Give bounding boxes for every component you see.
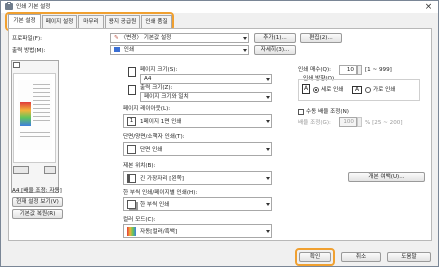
output-size-select[interactable]: 페이지 크기와 일치 [140,92,272,102]
copies-spinner[interactable]: 10 [339,65,357,75]
copies-spin-arrows[interactable] [357,65,362,75]
settings-panel: 프로파일(F): ✎ 〈변경〉 기본값 설정 추가(1)... 편집(2)...… [8,28,432,241]
pen-icon: ✎ [114,35,119,41]
preview-zoom-icon[interactable] [44,166,56,174]
window-title: 인쇄 기본 설정 [16,4,51,10]
scaling-spinner[interactable]: 100 [339,117,357,127]
cancel-button[interactable]: 취소 [341,252,381,262]
view-settings-button[interactable]: 현재 설정 보기(V) [12,197,63,207]
duplex-label: 단면/양면/소책자 인쇄(T): [123,134,185,140]
output-size-icon [128,85,136,95]
color-mode-select[interactable]: 자동[컬러/흑백] [123,224,272,238]
scaling-spin-arrows[interactable] [357,117,362,127]
binding-label: 제본 위치(B): [123,163,156,169]
copies-label: 인쇄 매수(Q): [298,67,332,73]
page-size-icon [128,67,136,77]
profile-select[interactable]: ✎ 〈변경〉 기본값 설정 [110,33,249,43]
print-preferences-window: 인쇄 기본 설정 × 기본 설정 페이지 설정 마무리 용지 공급원 인쇄 품질… [0,0,439,267]
help-button[interactable]: 도움말 [387,252,431,262]
preview-caption: A4 [배율 조정: 자동] [12,188,62,194]
copies-range: [1 ~ 999] [365,67,392,73]
collate-select[interactable]: 한 부씩 인쇄 [123,197,272,211]
scaling-range: % [25 ~ 200] [365,120,403,126]
manual-scaling-label: 수동 배율 조정(N) [306,109,349,115]
binding-select[interactable]: 긴 가장자리 [왼쪽] [123,171,272,185]
preview-image [18,80,52,150]
landscape-radio[interactable] [365,87,371,93]
print-icon [114,47,120,52]
portrait-icon: A [302,84,310,94]
tab-basic-settings[interactable]: 기본 설정 [8,14,41,28]
preview-toolbar-icon[interactable] [13,62,20,68]
duplex-select[interactable]: 단면 인쇄 [123,142,272,156]
landscape-label: 가로 인쇄 [373,87,396,93]
add-profile-button[interactable]: 추가(1)... [254,33,296,43]
close-button[interactable]: × [422,2,435,12]
page-preview [13,73,56,163]
portrait-radio[interactable] [313,87,319,93]
preview-mode-icons[interactable] [13,166,29,174]
printer-icon [5,2,13,10]
page-size-select[interactable]: A4 [140,74,272,84]
one-page-icon: 1 [127,117,136,126]
output-size-label: 출력 크기(Z): [140,85,173,91]
page-layout-label: 페이지 레이아웃(L): [123,106,171,112]
page-layout-select[interactable]: 1 1페이지 1면 인쇄 [123,114,272,128]
output-method-select[interactable]: 인쇄 [110,45,249,55]
watermark-button[interactable]: 개본 여백(U)... [348,172,425,182]
edit-profile-button[interactable]: 편집(2)... [300,33,342,43]
collate-icon [127,200,136,209]
manual-scaling-checkbox[interactable] [298,109,304,115]
portrait-label: 세로 인쇄 [321,87,344,93]
binding-icon [127,174,136,183]
page-size-label: 페이지 크기(S): [140,67,178,73]
landscape-icon: A [352,86,362,94]
color-mode-label: 컬러 모드(C): [123,217,156,223]
profile-label: 프로파일(F): [12,36,43,42]
scaling-label: 배율 조정(G): [298,120,331,126]
ok-button-highlight [295,248,335,266]
color-mode-icon [127,227,136,236]
single-side-icon [127,145,136,154]
restore-defaults-button[interactable]: 기본값 복원(R) [12,209,63,219]
details-button[interactable]: 자세히(3)... [254,45,296,55]
output-method-label: 출력 방법(M): [12,48,46,54]
collate-label: 한 부씩 인쇄/페이지별 인쇄(H): [123,190,198,196]
